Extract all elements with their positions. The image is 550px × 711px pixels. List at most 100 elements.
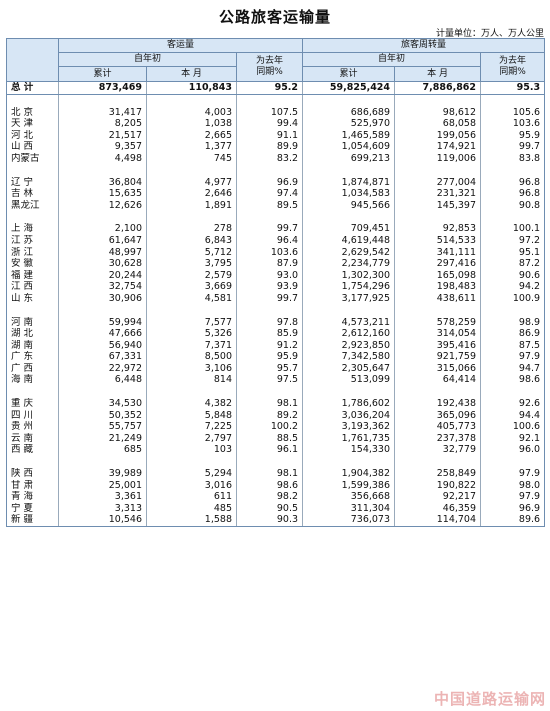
volume-ytd-cell: 67,331 xyxy=(58,351,147,363)
table-row: 西 藏 685 103 96.1 154,330 32,779 96.0 xyxy=(6,444,546,457)
turnover-yoy-cell: 100.9 xyxy=(480,292,546,305)
region-cell: 宁 夏 xyxy=(6,502,59,515)
volume-month-cell: 5,848 xyxy=(146,409,237,422)
table-row: 浙 江 48,997 5,712 103.6 2,629,542 341,111 95.1 xyxy=(6,246,546,259)
turnover-ytd-cell: 59,825,424 xyxy=(302,81,395,95)
turnover-ytd-cell: 7,342,580 xyxy=(302,351,395,363)
turnover-ytd-cell: 736,073 xyxy=(302,514,395,528)
region-cell: 湖 北 xyxy=(6,328,59,340)
table-row: 河 南 59,994 7,577 97.8 4,573,211 578,259 98.9 xyxy=(6,316,546,329)
volume-ytd-cell: 21,249 xyxy=(58,432,147,445)
turnover-ytd-cell: 4,573,211 xyxy=(302,316,395,329)
volume-month-cell: 1,891 xyxy=(146,199,237,212)
volume-yoy-cell: 95.2 xyxy=(235,81,303,95)
region-cell: 四 川 xyxy=(6,409,59,422)
volume-ytd-cell: 10,546 xyxy=(58,514,147,528)
volume-month-cell: 1,588 xyxy=(146,514,237,528)
turnover-ytd-cell: 4,619,448 xyxy=(302,234,395,247)
volume-yoy-cell: 103.6 xyxy=(235,246,303,259)
turnover-month-cell: 119,006 xyxy=(394,152,481,165)
turnover-ytd-cell: 311,304 xyxy=(302,502,395,515)
table-row: 天 津 8,205 1,038 99.4 525,970 68,058 103.6 xyxy=(6,118,546,130)
spacer-row xyxy=(6,211,546,224)
spacer-cell xyxy=(302,211,395,224)
volume-ytd-cell: 8,205 xyxy=(58,118,147,130)
turnover-yoy-cell: 95.1 xyxy=(480,246,546,259)
header-yoy-line2: 同期% xyxy=(499,67,526,77)
turnover-yoy-cell: 96.0 xyxy=(480,444,546,457)
turnover-yoy-cell: 92.1 xyxy=(480,432,546,445)
volume-month-cell: 2,665 xyxy=(146,129,237,142)
turnover-month-cell: 314,054 xyxy=(394,328,481,340)
table-row: 贵 州 55,757 7,225 100.2 3,193,362 405,773 100.6 xyxy=(6,421,546,433)
header-region xyxy=(6,38,59,82)
turnover-yoy-cell: 97.9 xyxy=(480,351,546,363)
turnover-month-cell: 165,098 xyxy=(394,269,481,282)
region-cell: 总 计 xyxy=(6,81,59,95)
volume-ytd-cell: 6,448 xyxy=(58,374,147,387)
volume-yoy-cell: 99.7 xyxy=(235,292,303,305)
volume-month-cell: 485 xyxy=(146,502,237,515)
table-row: 福 建 20,244 2,579 93.0 1,302,300 165,098 90.6 xyxy=(6,269,546,282)
spacer-row xyxy=(6,386,546,399)
volume-ytd-cell: 9,357 xyxy=(58,141,147,153)
region-cell: 浙 江 xyxy=(6,246,59,259)
table-row: 江 西 32,754 3,669 93.9 1,754,296 198,483 94.2 xyxy=(6,281,546,293)
spacer-cell xyxy=(235,211,303,224)
turnover-yoy-cell: 103.6 xyxy=(480,118,546,130)
turnover-ytd-cell: 1,754,296 xyxy=(302,281,395,293)
table-row: 云 南 21,249 2,797 88.5 1,761,735 237,378 92.1 xyxy=(6,432,546,445)
total-row: 总 计 873,469 110,843 95.2 59,825,424 7,886,862… xyxy=(6,81,546,95)
spacer-cell xyxy=(302,94,395,107)
turnover-yoy-cell: 94.7 xyxy=(480,362,546,375)
spacer-cell xyxy=(146,164,237,177)
turnover-month-cell: 92,217 xyxy=(394,491,481,503)
volume-ytd-cell: 61,647 xyxy=(58,234,147,247)
turnover-month-cell: 438,611 xyxy=(394,292,481,305)
volume-yoy-cell: 87.9 xyxy=(235,258,303,270)
region-cell: 云 南 xyxy=(6,432,59,445)
region-cell: 广 东 xyxy=(6,351,59,363)
turnover-yoy-cell: 97.9 xyxy=(480,468,546,480)
turnover-month-cell: 174,921 xyxy=(394,141,481,153)
volume-yoy-cell: 95.9 xyxy=(235,351,303,363)
volume-month-cell: 7,577 xyxy=(146,316,237,329)
volume-yoy-cell: 97.4 xyxy=(235,188,303,200)
spacer-cell xyxy=(146,304,237,317)
turnover-month-cell: 395,416 xyxy=(394,339,481,352)
turnover-ytd-cell: 2,923,850 xyxy=(302,339,395,352)
spacer-cell xyxy=(480,304,546,317)
turnover-month-cell: 315,066 xyxy=(394,362,481,375)
table-row: 青 海 3,361 611 98.2 356,668 92,217 97.9 xyxy=(6,491,546,503)
volume-ytd-cell: 59,994 xyxy=(58,316,147,329)
spacer-cell xyxy=(235,304,303,317)
turnover-ytd-cell: 699,213 xyxy=(302,152,395,165)
turnover-ytd-cell: 1,874,871 xyxy=(302,176,395,189)
spacer-cell xyxy=(6,456,59,469)
turnover-ytd-cell: 2,629,542 xyxy=(302,246,395,259)
region-cell: 福 建 xyxy=(6,269,59,282)
spacer-cell xyxy=(146,94,237,107)
volume-yoy-cell: 97.5 xyxy=(235,374,303,387)
turnover-yoy-cell: 100.6 xyxy=(480,421,546,433)
volume-yoy-cell: 96.4 xyxy=(235,234,303,247)
turnover-yoy-cell: 100.1 xyxy=(480,223,546,235)
volume-yoy-cell: 95.7 xyxy=(235,362,303,375)
volume-ytd-cell: 55,757 xyxy=(58,421,147,433)
volume-yoy-cell: 91.1 xyxy=(235,129,303,142)
turnover-ytd-cell: 1,599,386 xyxy=(302,479,395,492)
volume-yoy-cell: 96.1 xyxy=(235,444,303,457)
volume-ytd-cell: 30,906 xyxy=(58,292,147,305)
volume-yoy-cell: 99.4 xyxy=(235,118,303,130)
spacer-cell xyxy=(302,386,395,399)
spacer-cell xyxy=(235,456,303,469)
spacer-cell xyxy=(146,456,237,469)
turnover-month-cell: 68,058 xyxy=(394,118,481,130)
turnover-ytd-cell: 1,465,589 xyxy=(302,129,395,142)
turnover-ytd-cell: 1,761,735 xyxy=(302,432,395,445)
turnover-yoy-cell: 96.9 xyxy=(480,502,546,515)
table-row: 湖 北 47,666 5,326 85.9 2,612,160 314,054 86.9 xyxy=(6,328,546,340)
turnover-ytd-cell: 154,330 xyxy=(302,444,395,457)
turnover-ytd-cell: 3,177,925 xyxy=(302,292,395,305)
turnover-yoy-cell: 83.8 xyxy=(480,152,546,165)
